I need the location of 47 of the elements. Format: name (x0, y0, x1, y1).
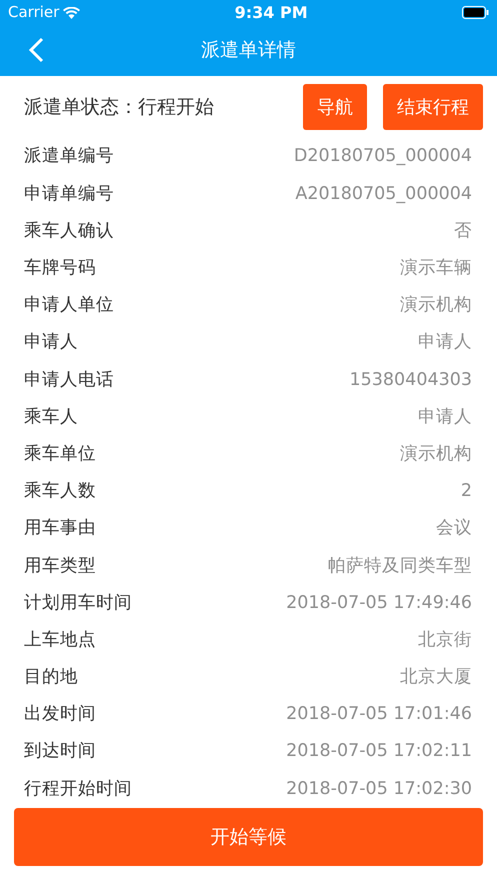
field-label: 行程开始时间 (24, 778, 132, 801)
field-label: 乘车单位 (24, 442, 96, 466)
field-value: 2018-07-05 17:02:30 (286, 778, 472, 801)
field-value: 申请人 (418, 331, 472, 354)
field-label: 乘车人数 (24, 480, 96, 504)
field-value: 北京大厦 (400, 666, 472, 690)
screen-title: 派遣单详情 (201, 38, 296, 64)
field-value: 帕萨特及同类车型 (328, 554, 472, 578)
field-value: 申请人 (418, 406, 472, 429)
field-label: 上车地点 (24, 628, 96, 652)
field-value: 2018-07-05 17:01:46 (286, 703, 472, 726)
field-value: 2 (460, 480, 472, 504)
field-label: 目的地 (24, 666, 78, 690)
start-waiting-button[interactable]: 开始等候 (14, 808, 483, 866)
field-label: 派遣单编号 (24, 145, 114, 168)
field-value: 15380404303 (350, 368, 472, 392)
dispatch-status: 派遣单状态：行程开始 (24, 94, 215, 120)
field-label: 用车事由 (24, 517, 96, 540)
field-label: 用车类型 (24, 554, 96, 578)
field-label: 乘车人确认 (24, 220, 114, 243)
carrier-label: Carrier (8, 2, 60, 24)
wifi-icon (63, 6, 80, 18)
back-icon (28, 37, 44, 63)
field-value: A20180705_000004 (295, 182, 472, 206)
field-label: 申请人 (24, 331, 78, 354)
field-value: 演示机构 (400, 294, 472, 318)
field-label: 车牌号码 (24, 257, 96, 280)
field-label: 申请人电话 (24, 368, 114, 392)
field-label: 申请人单位 (24, 294, 114, 318)
field-value: 2018-07-05 17:49:46 (286, 592, 472, 615)
field-value: 演示机构 (400, 442, 472, 466)
field-label: 乘车人 (24, 406, 78, 429)
field-label: 到达时间 (24, 740, 96, 764)
field-value: 2018-07-05 17:02:11 (286, 740, 472, 764)
field-label: 计划用车时间 (24, 592, 132, 615)
field-value: D20180705_000004 (294, 145, 472, 168)
end-trip-button[interactable]: 结束行程 (383, 84, 483, 130)
navigate-button[interactable]: 导航 (303, 84, 367, 130)
back-button[interactable] (28, 37, 44, 63)
field-value: 会议 (436, 517, 472, 540)
field-value: 演示车辆 (400, 257, 472, 280)
clock: 9:34 PM (234, 2, 308, 24)
battery-icon (462, 6, 489, 19)
field-value: 北京街 (418, 628, 472, 652)
field-value: 否 (454, 220, 472, 243)
field-label: 出发时间 (24, 703, 96, 726)
field-label: 申请单编号 (24, 182, 114, 206)
